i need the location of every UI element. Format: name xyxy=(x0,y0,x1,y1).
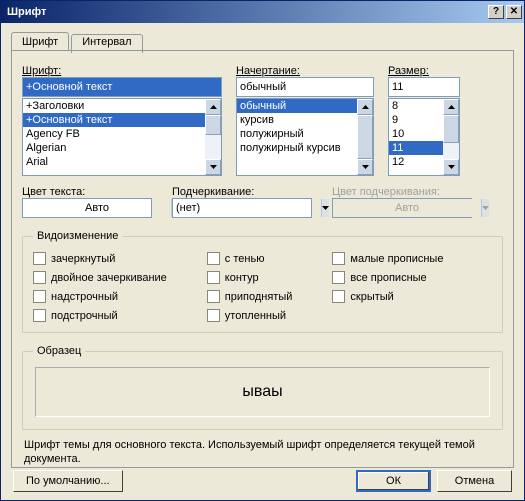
check-emboss[interactable]: приподнятый xyxy=(207,290,293,303)
underline-label: Подчеркивание: xyxy=(172,186,312,198)
size-input[interactable] xyxy=(388,77,460,97)
help-button[interactable]: ? xyxy=(488,5,504,19)
font-dialog: Шрифт ? ✕ Шрифт Интервал Шрифт: +Заголов… xyxy=(0,0,525,501)
check-small-caps[interactable]: малые прописные xyxy=(332,252,443,265)
window-title: Шрифт xyxy=(7,6,486,18)
check-all-caps[interactable]: все прописные xyxy=(332,271,443,284)
list-item[interactable]: 10 xyxy=(389,127,443,141)
scroll-down-icon[interactable] xyxy=(357,159,373,175)
list-item[interactable]: 8 xyxy=(389,99,443,113)
color-value[interactable] xyxy=(23,199,171,217)
size-label: Размер: xyxy=(388,65,460,77)
style-input-field[interactable] xyxy=(237,78,385,96)
scroll-down-icon[interactable] xyxy=(205,159,221,175)
underline-combo[interactable] xyxy=(172,198,312,218)
check-shadow[interactable]: с тенью xyxy=(207,252,293,265)
ok-button[interactable]: ОК xyxy=(356,470,431,492)
scrollbar[interactable] xyxy=(205,99,221,175)
style-list[interactable]: обычный курсив полужирный полужирный кур… xyxy=(236,98,374,176)
scroll-up-icon[interactable] xyxy=(443,99,459,115)
tab-strip: Шрифт Интервал xyxy=(11,32,514,51)
ulcolor-value xyxy=(333,199,481,217)
sample-group: Образец ываы xyxy=(22,345,503,430)
ulcolor-combo xyxy=(332,198,472,218)
list-item[interactable]: полужирный курсив xyxy=(237,141,357,155)
style-input[interactable] xyxy=(236,77,374,97)
tab-font[interactable]: Шрифт xyxy=(11,32,69,51)
list-item[interactable]: Arial xyxy=(23,155,205,169)
list-item[interactable]: Algerian xyxy=(23,141,205,155)
list-item[interactable]: обычный xyxy=(237,99,357,113)
close-button[interactable]: ✕ xyxy=(506,5,522,19)
default-button[interactable]: По умолчанию... xyxy=(13,470,123,492)
color-label: Цвет текста: xyxy=(22,186,152,198)
list-item[interactable]: +Заголовки xyxy=(23,99,205,113)
ulcolor-label: Цвет подчеркивания: xyxy=(332,186,472,198)
check-engrave[interactable]: утопленный xyxy=(207,309,293,322)
list-item[interactable]: 11 xyxy=(389,141,443,155)
scrollbar[interactable] xyxy=(357,99,373,175)
check-subscript[interactable]: подстрочный xyxy=(33,309,167,322)
list-item[interactable]: полужирный xyxy=(237,127,357,141)
list-item[interactable]: +Основной текст xyxy=(23,113,205,127)
scrollbar[interactable] xyxy=(443,99,459,175)
check-strikethrough[interactable]: зачеркнутый xyxy=(33,252,167,265)
font-input[interactable] xyxy=(22,77,222,97)
underline-value[interactable] xyxy=(173,199,321,217)
check-double-strike[interactable]: двойное зачеркивание xyxy=(33,271,167,284)
list-item[interactable]: Agency FB xyxy=(23,127,205,141)
font-list[interactable]: +Заголовки +Основной текст Agency FB Alg… xyxy=(22,98,222,176)
font-label: Шрифт: xyxy=(22,65,222,77)
size-list[interactable]: 8 9 10 11 12 xyxy=(388,98,460,176)
size-input-field[interactable] xyxy=(389,78,525,96)
tab-panel: Шрифт: +Заголовки +Основной текст Agency… xyxy=(11,50,514,468)
sample-preview: ываы xyxy=(35,367,490,417)
style-label: Начертание: xyxy=(236,65,374,77)
cancel-button[interactable]: Отмена xyxy=(437,470,512,492)
chevron-down-icon xyxy=(481,199,489,217)
chevron-down-icon[interactable] xyxy=(321,199,329,217)
color-combo[interactable] xyxy=(22,198,152,218)
scroll-up-icon[interactable] xyxy=(205,99,221,115)
scroll-up-icon[interactable] xyxy=(357,99,373,115)
list-item[interactable]: 9 xyxy=(389,113,443,127)
list-item[interactable]: 12 xyxy=(389,155,443,169)
list-item[interactable]: курсив xyxy=(237,113,357,127)
scroll-down-icon[interactable] xyxy=(443,159,459,175)
check-hidden[interactable]: скрытый xyxy=(332,290,443,303)
effects-group: Видоизменение зачеркнутый двойное зачерк… xyxy=(22,230,503,333)
hint-text: Шрифт темы для основного текста. Использ… xyxy=(24,438,501,466)
check-superscript[interactable]: надстрочный xyxy=(33,290,167,303)
font-input-field[interactable] xyxy=(23,78,221,96)
dialog-footer: По умолчанию... ОК Отмена xyxy=(1,470,524,492)
check-outline[interactable]: контур xyxy=(207,271,293,284)
titlebar[interactable]: Шрифт ? ✕ xyxy=(1,1,524,23)
sample-legend: Образец xyxy=(33,345,85,357)
effects-legend: Видоизменение xyxy=(33,230,122,242)
